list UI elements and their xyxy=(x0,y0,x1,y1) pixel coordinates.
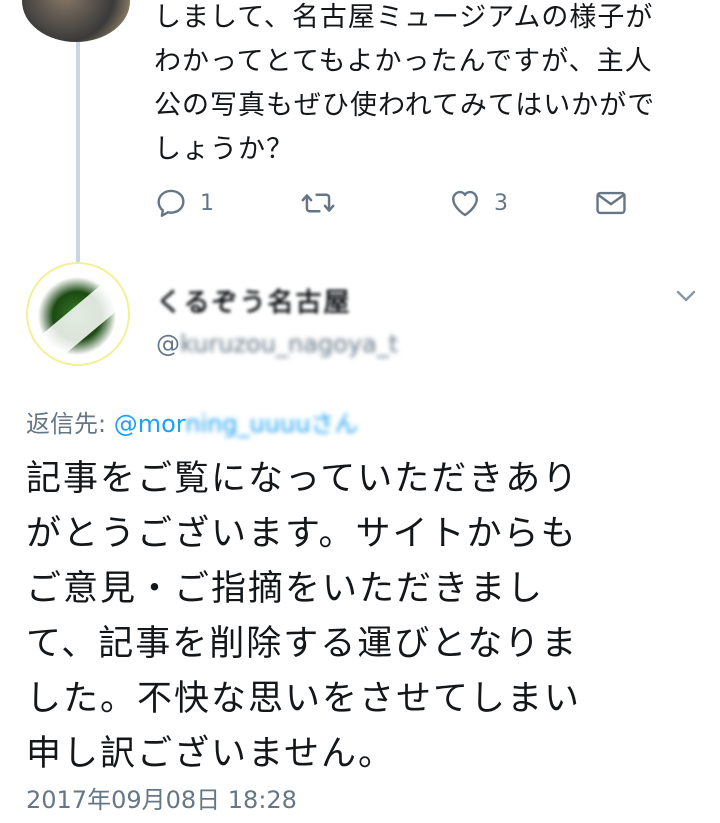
tweet-action-bar: 1 3 xyxy=(154,184,634,224)
reply-text-line: した。不快な思いをさせてしまい xyxy=(26,679,582,719)
previous-tweet-line: しょうか？ xyxy=(154,134,294,165)
thread-connector-line xyxy=(76,40,80,262)
tweet-timestamp[interactable]: 2017年09月08日 18:28 xyxy=(26,780,297,815)
previous-tweet-text: しまして、名古屋ミュージアムの様子が わかってとてもよかったんですが、主人 公の… xyxy=(154,0,714,172)
retweet-button[interactable] xyxy=(300,184,348,222)
reply-to-line: 返信先: @morning_uuuuさん xyxy=(26,404,358,439)
reply-text-line: 記事をご覧になっていただきあり xyxy=(26,459,580,499)
reply-text-line: 申し訳ございません。 xyxy=(26,734,395,774)
envelope-icon xyxy=(596,191,626,215)
reply-author-avatar[interactable] xyxy=(26,262,130,366)
reply-icon xyxy=(157,189,185,217)
handle-prefix: @ xyxy=(156,330,180,358)
like-button[interactable]: 3 xyxy=(448,184,508,222)
previous-tweet-line: しまして、名古屋ミュージアムの様子が xyxy=(154,2,654,33)
reply-author-handle[interactable]: @kuruzou_nagoya_t xyxy=(156,330,398,358)
handle-obscured: kuruzou_nagoya_t xyxy=(180,330,399,358)
reply-to-obscured: ning_uuuuさん xyxy=(185,410,359,438)
like-count: 3 xyxy=(494,190,508,216)
reply-count: 1 xyxy=(200,190,214,216)
reply-button[interactable]: 1 xyxy=(154,184,214,222)
retweet-icon xyxy=(301,193,335,213)
reply-text-line: て、記事を削除する運びとなりま xyxy=(26,624,579,664)
reply-tweet-text: 記事をご覧になっていただきあり がとうございます。サイトからも ご意見・ご指摘を… xyxy=(26,452,716,782)
reply-author-display-name[interactable]: くるぞう名古屋 xyxy=(156,282,351,319)
chevron-down-icon[interactable] xyxy=(674,286,698,306)
reply-to-handle: @mor xyxy=(113,410,186,438)
previous-tweet-line: わかってとてもよかったんですが、主人 xyxy=(154,46,653,77)
avatar-ring xyxy=(26,262,130,366)
previous-tweet-avatar[interactable] xyxy=(22,0,130,42)
reply-text-line: がとうございます。サイトからも xyxy=(26,514,578,554)
reply-text-line: ご意見・ご指摘をいただきまし xyxy=(26,569,545,609)
previous-tweet-line: 公の写真もぜひ使われてみてはいかがで xyxy=(154,90,656,121)
reply-to-label: 返信先: xyxy=(26,410,114,438)
reply-to-handle-link[interactable]: @morning_uuuuさん xyxy=(114,410,359,438)
heart-icon xyxy=(452,190,478,217)
direct-message-button[interactable] xyxy=(594,184,628,222)
